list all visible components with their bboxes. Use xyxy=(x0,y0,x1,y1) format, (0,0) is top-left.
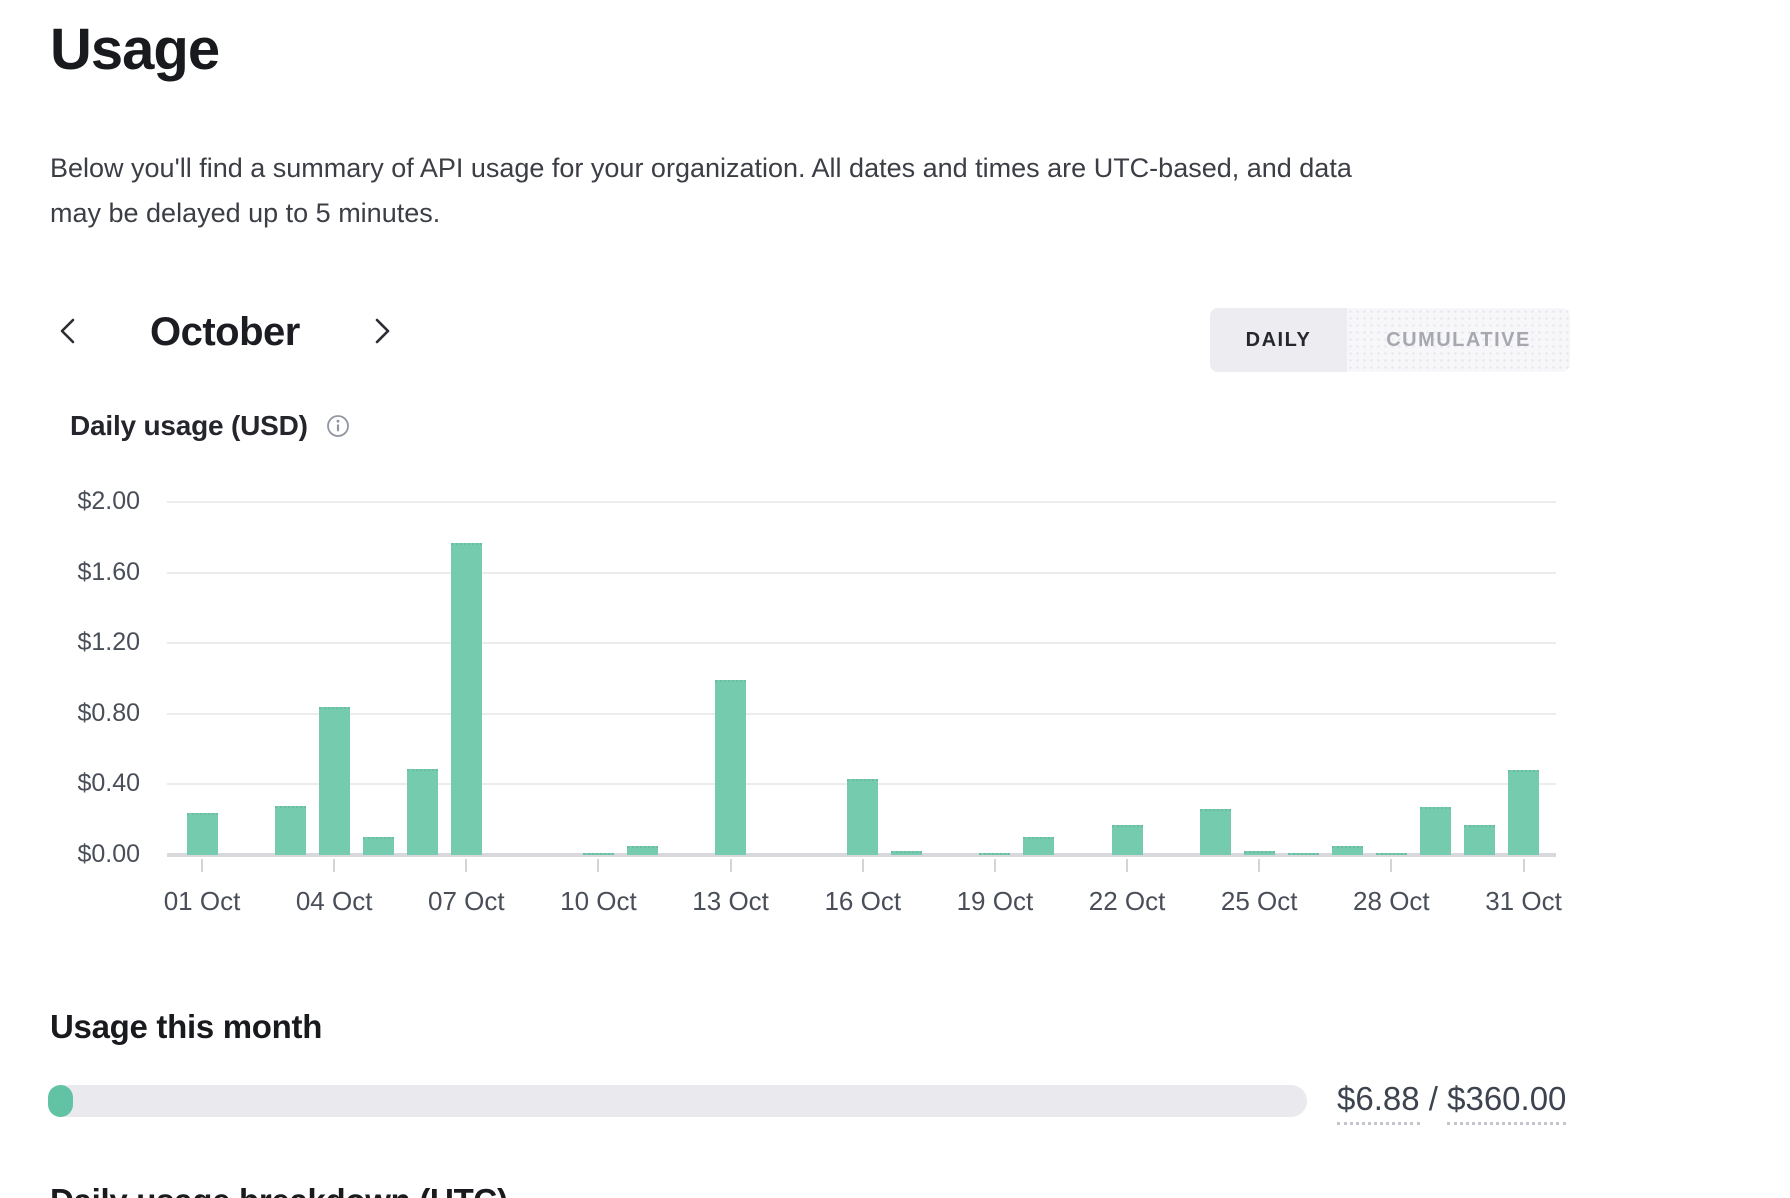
bar-26-Oct[interactable] xyxy=(1288,853,1319,855)
gridline-$0.80 xyxy=(167,713,1556,715)
gridline-$1.60 xyxy=(167,572,1556,574)
chart-title: Daily usage (USD) xyxy=(70,410,308,442)
bar-20-Oct[interactable] xyxy=(1023,837,1054,855)
x-axis-tick xyxy=(1390,859,1392,872)
x-axis-label: 28 Oct xyxy=(1331,886,1451,917)
bar-04-Oct[interactable] xyxy=(319,707,350,855)
x-axis-label: 13 Oct xyxy=(671,886,791,917)
bar-01-Oct[interactable] xyxy=(187,813,218,855)
bar-06-Oct[interactable] xyxy=(407,769,438,855)
previous-month-button[interactable] xyxy=(50,310,86,354)
chevron-left-icon xyxy=(55,315,81,350)
bar-17-Oct[interactable] xyxy=(891,851,922,855)
bar-16-Oct[interactable] xyxy=(847,779,878,855)
usage-used-value[interactable]: $6.88 xyxy=(1337,1080,1420,1125)
gridline-$1.20 xyxy=(167,642,1556,644)
tab-daily[interactable]: DAILY xyxy=(1210,308,1347,372)
bar-11-Oct[interactable] xyxy=(627,846,658,855)
bar-22-Oct[interactable] xyxy=(1112,825,1143,855)
daily-breakdown-heading: Daily usage breakdown (UTC) xyxy=(50,1182,508,1198)
chart-plot-area xyxy=(167,502,1556,855)
x-axis-label: 07 Oct xyxy=(406,886,526,917)
y-axis-label: $2.00 xyxy=(30,487,140,516)
bar-27-Oct[interactable] xyxy=(1332,846,1363,855)
y-axis-label: $0.40 xyxy=(30,769,140,798)
usage-separator: / xyxy=(1420,1080,1448,1117)
usage-progress-track xyxy=(48,1085,1307,1117)
x-axis-label: 10 Oct xyxy=(538,886,658,917)
bar-25-Oct[interactable] xyxy=(1244,851,1275,855)
x-axis-tick xyxy=(1126,859,1128,872)
current-month-label: October xyxy=(150,310,300,355)
x-axis-tick xyxy=(862,859,864,872)
bar-24-Oct[interactable] xyxy=(1200,809,1231,855)
usage-amounts: $6.88 / $360.00 xyxy=(1337,1080,1566,1118)
y-axis-label: $0.00 xyxy=(30,840,140,869)
bar-30-Oct[interactable] xyxy=(1464,825,1495,855)
bar-07-Oct[interactable] xyxy=(451,543,482,855)
chevron-right-icon xyxy=(369,315,395,350)
bar-28-Oct[interactable] xyxy=(1376,853,1407,855)
x-axis-tick xyxy=(994,859,996,872)
x-axis-tick xyxy=(201,859,203,872)
info-icon[interactable] xyxy=(326,414,350,438)
x-axis-label: 16 Oct xyxy=(803,886,923,917)
usage-progress-fill xyxy=(48,1085,73,1117)
y-axis-label: $1.20 xyxy=(30,628,140,657)
bar-10-Oct[interactable] xyxy=(583,853,614,855)
x-axis-label: 31 Oct xyxy=(1464,886,1584,917)
bar-03-Oct[interactable] xyxy=(275,806,306,855)
view-mode-toggle: DAILY CUMULATIVE xyxy=(1210,308,1570,372)
tab-cumulative[interactable]: CUMULATIVE xyxy=(1347,308,1570,372)
x-axis-tick xyxy=(597,859,599,872)
x-axis-tick xyxy=(333,859,335,872)
month-navigation: October xyxy=(50,304,400,360)
bar-29-Oct[interactable] xyxy=(1420,807,1451,855)
y-axis-label: $0.80 xyxy=(30,699,140,728)
y-axis-label: $1.60 xyxy=(30,558,140,587)
usage-this-month-heading: Usage this month xyxy=(50,1008,322,1046)
usage-page: Usage Below you'll find a summary of API… xyxy=(0,0,1790,1198)
x-axis-tick xyxy=(465,859,467,872)
gridline-$2.00 xyxy=(167,501,1556,503)
page-title: Usage xyxy=(50,16,219,83)
x-axis-label: 25 Oct xyxy=(1199,886,1319,917)
page-description: Below you'll find a summary of API usage… xyxy=(50,146,1380,236)
bar-05-Oct[interactable] xyxy=(363,837,394,855)
bar-19-Oct[interactable] xyxy=(979,853,1010,855)
x-axis-tick xyxy=(730,859,732,872)
x-axis-label: 01 Oct xyxy=(142,886,262,917)
x-axis-label: 19 Oct xyxy=(935,886,1055,917)
bar-13-Oct[interactable] xyxy=(715,680,746,855)
bar-31-Oct[interactable] xyxy=(1508,770,1539,855)
x-axis-tick xyxy=(1258,859,1260,872)
chart-title-row: Daily usage (USD) xyxy=(70,410,350,442)
next-month-button[interactable] xyxy=(364,310,400,354)
x-axis-tick xyxy=(1523,859,1525,872)
usage-limit-value[interactable]: $360.00 xyxy=(1447,1080,1566,1125)
x-axis-label: 22 Oct xyxy=(1067,886,1187,917)
x-axis-label: 04 Oct xyxy=(274,886,394,917)
